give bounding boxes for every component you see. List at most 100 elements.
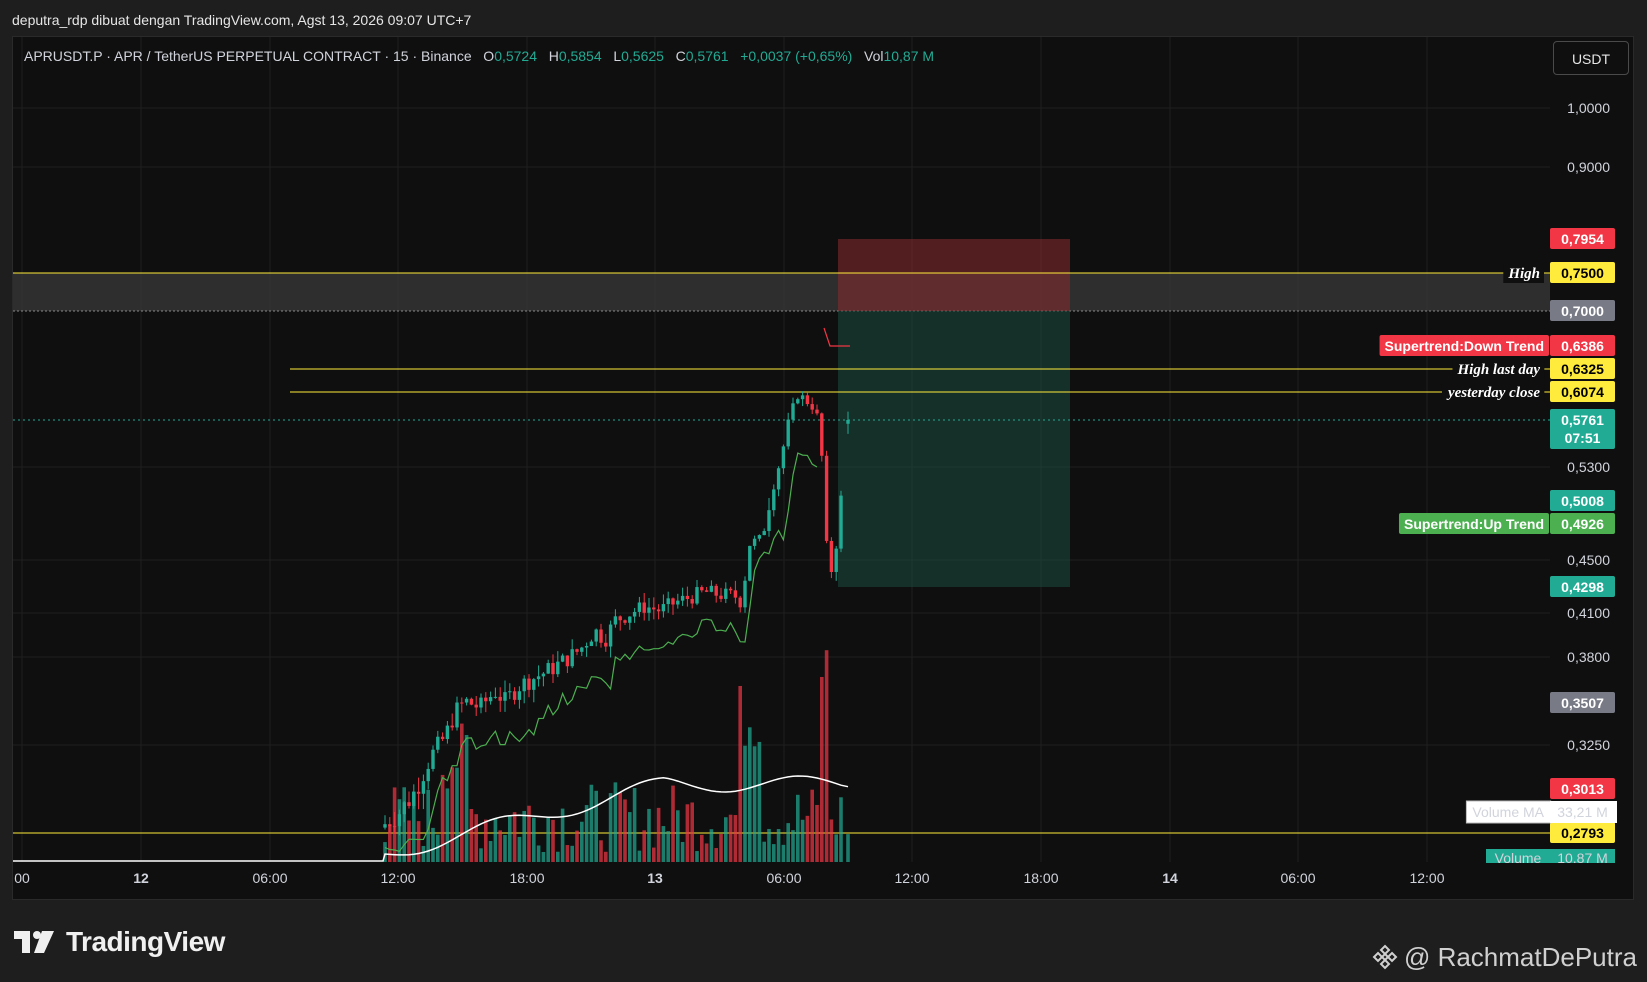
x-tick-label: 14 <box>1162 870 1178 886</box>
volume-bar <box>565 845 570 862</box>
candle-body <box>580 647 584 652</box>
volume-bar <box>666 831 670 862</box>
volume-bar <box>445 788 450 862</box>
volume-bar <box>800 819 805 862</box>
volume-label: Vol <box>864 48 884 64</box>
volume-bar <box>810 789 814 862</box>
candle-body <box>493 696 498 698</box>
volume-bar <box>503 835 507 862</box>
candle-body <box>589 641 594 647</box>
volume-bar <box>656 807 661 862</box>
candle-body <box>714 585 718 596</box>
take-profit-zone <box>838 311 1070 587</box>
candle-body <box>421 781 426 794</box>
candle-body <box>772 489 776 511</box>
candle-body <box>570 649 574 667</box>
candle-body <box>839 495 843 549</box>
change-value: +0,0037 (+0,65%) <box>740 48 853 64</box>
candle-body <box>536 676 541 680</box>
price-tag-label: 0,3013 <box>1561 781 1604 797</box>
volume-bar <box>738 685 742 862</box>
candle-body <box>532 679 536 690</box>
volume-bar <box>834 834 838 862</box>
candle-body <box>445 725 450 740</box>
candle-body <box>383 824 387 828</box>
volume-bar <box>762 841 766 862</box>
volume-bar <box>815 804 819 862</box>
volume-ma-label: Volume MA <box>1472 804 1544 820</box>
binance-icon <box>1372 944 1398 970</box>
volume-bar <box>589 784 594 862</box>
volume-bar <box>556 851 560 862</box>
candle-body <box>618 616 622 621</box>
volume-bar <box>796 794 800 862</box>
level-note: High <box>1507 266 1540 282</box>
plot-bottom-mask <box>13 863 1633 866</box>
candle-body <box>407 802 411 806</box>
volume-bar <box>479 848 483 862</box>
tradingview-logo[interactable]: TradingView <box>14 925 225 959</box>
volume-bar <box>527 805 531 862</box>
open-label: O <box>483 48 495 64</box>
candle-body <box>800 395 805 400</box>
candle-body <box>685 595 690 600</box>
volume-bar <box>704 843 709 862</box>
volume-bar <box>402 787 406 862</box>
price-tag-label: 0,3507 <box>1561 695 1604 711</box>
candle-body <box>560 655 565 662</box>
tradingview-icon <box>14 931 54 953</box>
volume-ma-value: 33,21 M <box>1557 804 1608 820</box>
volume-bar <box>484 819 488 862</box>
candle-body <box>522 678 526 692</box>
candle-body <box>575 649 579 652</box>
x-tick-label: 12:00 <box>380 870 415 886</box>
candle-body <box>810 404 814 410</box>
candle-body <box>762 531 766 536</box>
candle-body <box>752 538 757 546</box>
candle-body <box>829 540 834 572</box>
volume-bar <box>632 788 637 862</box>
volume-bar <box>493 818 498 862</box>
candle-body <box>488 697 493 702</box>
author-credit: @ RachmatDePutra <box>1372 940 1637 974</box>
x-tick-label: 12:00 <box>1409 870 1444 886</box>
volume-bar <box>488 841 493 862</box>
volume-bar <box>733 815 738 862</box>
volume-bar <box>685 804 690 862</box>
candle-body <box>656 609 661 612</box>
volume-bar <box>536 845 541 862</box>
x-tick-label: 18:00 <box>1023 870 1058 886</box>
volume-bar <box>421 845 426 862</box>
candle-body <box>781 446 786 469</box>
candle-body <box>556 661 560 675</box>
candle-body <box>455 702 459 728</box>
volume-bar <box>580 821 584 862</box>
candle-body <box>642 602 646 613</box>
candle-body <box>460 702 464 704</box>
volume-bar <box>541 851 546 862</box>
price-tag-label: 0,2793 <box>1561 825 1604 841</box>
candle-body <box>388 824 392 827</box>
y-tick-label: 0,3250 <box>1567 737 1610 753</box>
candle-body <box>767 510 771 532</box>
volume-bar <box>661 826 666 862</box>
symbol-legend: APRUSDT.P · APR / TetherUS PERPETUAL CON… <box>24 46 934 66</box>
y-tick-label: 0,5300 <box>1567 459 1610 475</box>
volume-bar <box>474 814 478 862</box>
y-tick-label: 0,4100 <box>1567 605 1610 621</box>
y-tick-label: 0,3800 <box>1567 649 1610 665</box>
currency-button[interactable]: USDT <box>1553 41 1629 75</box>
candle-body <box>565 655 570 667</box>
candle-body <box>484 697 488 702</box>
candle-body <box>820 413 824 456</box>
price-tag-label: 0,5761 <box>1561 412 1604 428</box>
stop-loss-zone <box>838 239 1070 311</box>
volume-bar <box>584 805 589 862</box>
x-tick-label: 06:00 <box>1280 870 1315 886</box>
volume-bar <box>599 840 603 862</box>
volume-bar <box>805 815 810 862</box>
price-chart[interactable]: 00 12 06:00 12:00 18:00 13 06:00 12:00 18:00 14 06… <box>0 0 1647 900</box>
price-tag-label: 0,7000 <box>1561 303 1604 319</box>
candle-body <box>834 548 838 572</box>
volume-bar <box>608 793 613 862</box>
